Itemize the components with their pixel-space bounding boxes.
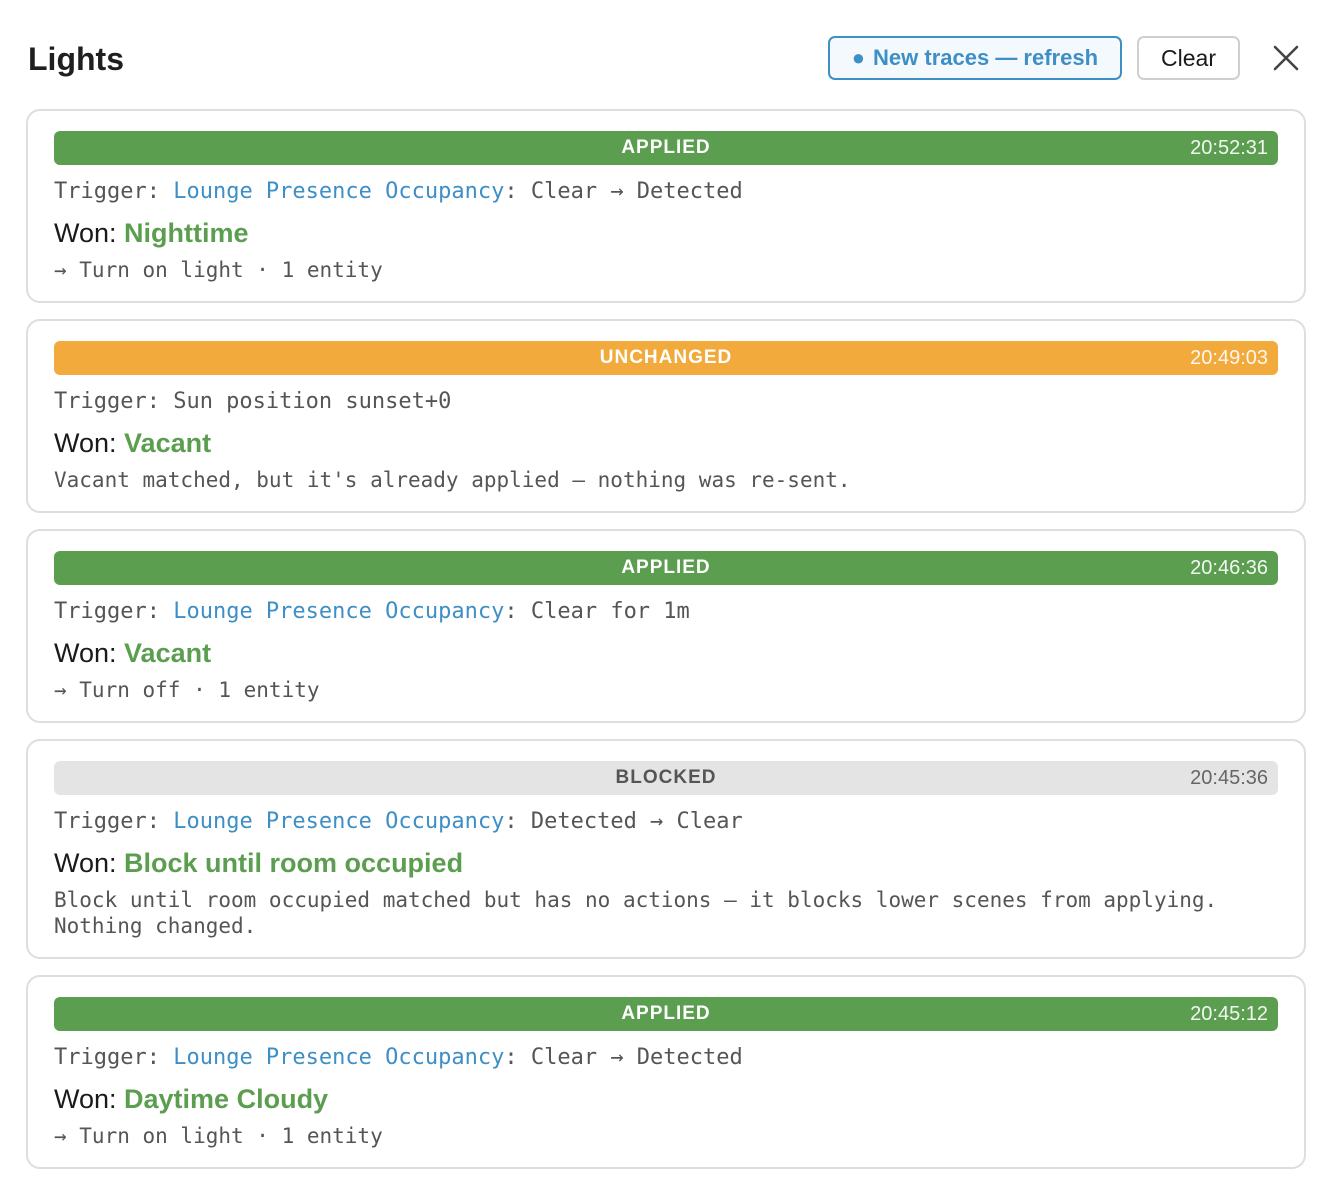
trigger-line: Trigger: Sun position sunset+0 — [54, 389, 1278, 414]
trigger-change: : Clear → Detected — [504, 179, 743, 204]
status-banner: APPLIED 20:45:12 — [54, 997, 1278, 1031]
trigger-line: Trigger: Lounge Presence Occupancy: Clea… — [54, 1045, 1278, 1070]
status-banner: UNCHANGED 20:49:03 — [54, 341, 1278, 375]
won-prefix: Won: — [54, 848, 125, 878]
trace-time: 20:52:31 — [1190, 136, 1268, 159]
trigger-entity-link[interactable]: Lounge Presence Occupancy — [173, 179, 504, 204]
trigger-change: : Detected → Clear — [504, 809, 743, 834]
trigger-entity-link[interactable]: Lounge Presence Occupancy — [173, 809, 504, 834]
trace-detail: → Turn on light · 1 entity — [54, 1124, 383, 1148]
trigger-entity-link[interactable]: Lounge Presence Occupancy — [173, 1045, 504, 1070]
clear-button[interactable]: Clear — [1137, 36, 1240, 80]
status-label: UNCHANGED — [599, 347, 733, 368]
trace-time: 20:46:36 — [1190, 556, 1268, 579]
trace-time: 20:49:03 — [1190, 346, 1268, 369]
trace-card: BLOCKED 20:45:36 Trigger: Lounge Presenc… — [26, 739, 1306, 959]
won-line: Won: Vacant — [54, 638, 1278, 669]
status-banner: APPLIED 20:46:36 — [54, 551, 1278, 585]
status-label: APPLIED — [621, 1003, 711, 1024]
trigger-prefix: Trigger: — [54, 599, 174, 624]
trigger-prefix: Trigger: — [54, 1045, 174, 1070]
status-banner: APPLIED 20:52:31 — [54, 131, 1278, 165]
won-prefix: Won: — [54, 638, 125, 668]
status-label: APPLIED — [621, 137, 711, 158]
won-scene: Block until room occupied — [124, 848, 464, 878]
trace-card: APPLIED 20:46:36 Trigger: Lounge Presenc… — [26, 529, 1306, 723]
won-scene: Daytime Cloudy — [124, 1084, 329, 1114]
close-icon — [1273, 45, 1299, 71]
status-label: APPLIED — [621, 557, 711, 578]
refresh-traces-button[interactable]: ● New traces — refresh — [827, 36, 1123, 80]
panel-header: Lights ● New traces — refresh Clear — [28, 30, 1304, 86]
trigger-entity-link[interactable]: Lounge Presence Occupancy — [173, 599, 504, 624]
trace-card: UNCHANGED 20:49:03 Trigger: Sun position… — [26, 319, 1306, 513]
won-line: Won: Daytime Cloudy — [54, 1084, 1278, 1115]
status-banner: BLOCKED 20:45:36 — [54, 761, 1278, 795]
won-prefix: Won: — [54, 1084, 125, 1114]
trigger-change: : Clear → Detected — [504, 1045, 743, 1070]
won-line: Won: Block until room occupied — [54, 848, 1278, 879]
won-scene: Nighttime — [124, 218, 249, 248]
trace-time: 20:45:12 — [1190, 1002, 1268, 1025]
won-line: Won: Vacant — [54, 428, 1278, 459]
refresh-traces-label: New traces — refresh — [873, 45, 1099, 70]
trigger-prefix: Trigger: Sun position sunset+0 — [54, 389, 452, 414]
won-prefix: Won: — [54, 428, 125, 458]
trace-time: 20:45:36 — [1190, 766, 1268, 789]
won-prefix: Won: — [54, 218, 125, 248]
trigger-line: Trigger: Lounge Presence Occupancy: Clea… — [54, 179, 1278, 204]
trigger-prefix: Trigger: — [54, 809, 174, 834]
trigger-line: Trigger: Lounge Presence Occupancy: Dete… — [54, 809, 1278, 834]
trace-detail: Block until room occupied matched but ha… — [54, 888, 1218, 938]
trace-detail: → Turn on light · 1 entity — [54, 258, 383, 282]
status-label: BLOCKED — [615, 767, 717, 788]
trigger-prefix: Trigger: — [54, 179, 174, 204]
trace-list: APPLIED 20:52:31 Trigger: Lounge Presenc… — [26, 109, 1306, 1185]
new-traces-dot-icon: ● — [851, 45, 866, 70]
won-scene: Vacant — [124, 428, 212, 458]
trace-detail: → Turn off · 1 entity — [54, 678, 320, 702]
trace-detail: Vacant matched, but it's already applied… — [54, 468, 851, 492]
trigger-change: : Clear for 1m — [504, 599, 690, 624]
trigger-line: Trigger: Lounge Presence Occupancy: Clea… — [54, 599, 1278, 624]
page-title: Lights — [28, 40, 124, 77]
won-scene: Vacant — [124, 638, 212, 668]
won-line: Won: Nighttime — [54, 218, 1278, 249]
trace-card: APPLIED 20:52:31 Trigger: Lounge Presenc… — [26, 109, 1306, 303]
trace-card: APPLIED 20:45:12 Trigger: Lounge Presenc… — [26, 975, 1306, 1169]
close-button[interactable] — [1268, 40, 1304, 76]
